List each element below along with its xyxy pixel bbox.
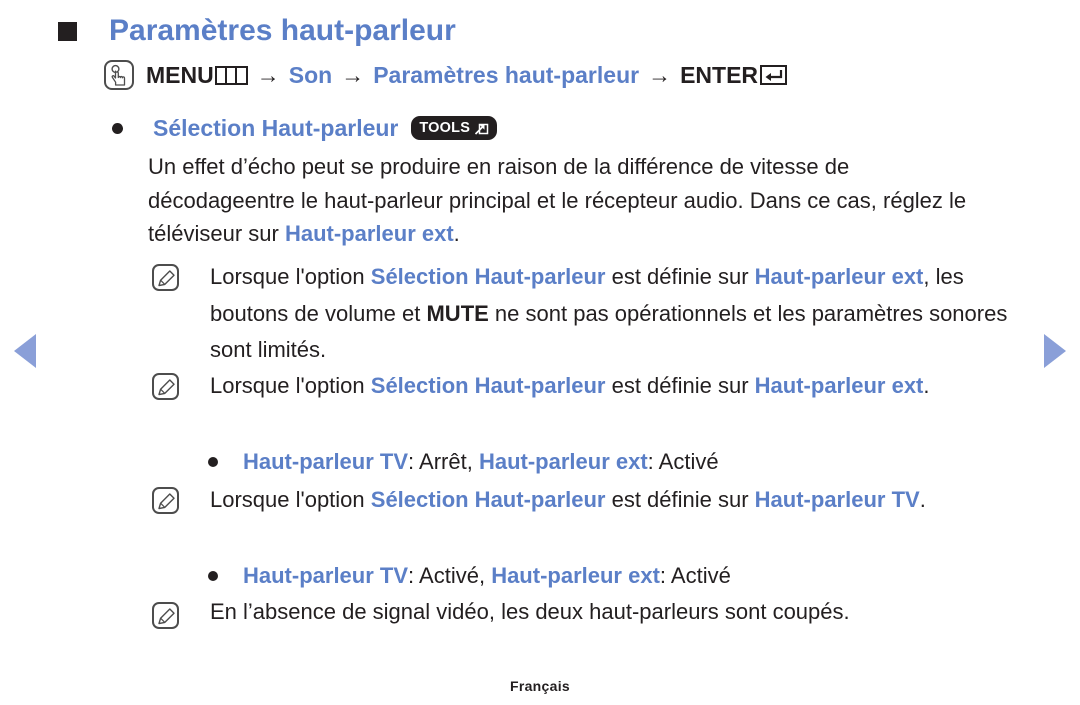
square-bullet-icon (58, 22, 77, 41)
note-bold-mute: MUTE (426, 300, 489, 326)
note-highlight-2: Haut-parleur TV (754, 487, 920, 512)
enter-return-icon (760, 65, 788, 85)
dot-bullet-icon (112, 122, 123, 134)
note-part1: Lorsque l'option (210, 487, 371, 512)
menu-bars-icon (214, 65, 248, 85)
sub-bullet-text: Haut-parleur TV: Activé, Haut-parleur ex… (243, 561, 731, 591)
tools-arrow-icon (474, 121, 489, 136)
intro-paragraph-part2: . (453, 221, 460, 246)
note-text: Lorsque l'option Sélection Haut-parleur … (210, 482, 1044, 519)
note-highlight-1: Sélection Haut-parleur (370, 373, 606, 398)
note-part2: est définie sur (605, 487, 755, 512)
sub-bullet-highlight-2: Haut-parleur ext (491, 563, 660, 588)
manual-page: Paramètres haut-parleur MENU → Son → Par… (0, 0, 1080, 705)
note-pencil-icon (152, 487, 179, 514)
intro-paragraph-highlight: Haut-parleur ext (284, 221, 454, 246)
page-title: Paramètres haut-parleur (58, 12, 456, 50)
note-block: Lorsque l'option Sélection Haut-parleur … (152, 482, 1044, 519)
enter-label: ENTER (680, 62, 759, 88)
note-text: En l’absence de signal vidéo, les deux h… (210, 597, 1044, 627)
menu-label: MENU (146, 62, 214, 88)
note-block: Lorsque l'option Sélection Haut-parleur … (152, 368, 1044, 405)
sub-bullet-mid-2: : Activé (647, 449, 719, 474)
intro-paragraph: Un effet d’écho peut se produire en rais… (148, 150, 1000, 251)
sub-bullet-mid-1: : Arrêt, (408, 449, 479, 474)
sub-bullet-item: Haut-parleur TV: Activé, Haut-parleur ex… (208, 561, 731, 591)
note-part1: Lorsque l'option (210, 373, 371, 398)
sub-bullet-highlight-2: Haut-parleur ext (478, 449, 648, 474)
sub-bullet-mid-1: : Activé, (408, 563, 492, 588)
note-part1: En l’absence de signal vidéo, les deux h… (210, 599, 850, 624)
note-pencil-icon (152, 264, 179, 291)
sub-bullet-text: Haut-parleur TV: Arrêt, Haut-parleur ext… (243, 447, 719, 477)
footer-language-label: Français (510, 678, 570, 694)
menu-path-breadcrumb: MENU → Son → Paramètres haut-parleur → E… (104, 60, 788, 90)
note-part2: est définie sur (605, 373, 755, 398)
note-text: Lorsque l'option Sélection Haut-parleur … (210, 368, 1044, 405)
intro-paragraph-part1: Un effet d’écho peut se produire en rais… (148, 154, 967, 246)
previous-page-arrow[interactable] (14, 334, 36, 368)
menu-item-son[interactable]: Son (289, 60, 332, 90)
menu-item-speaker-settings[interactable]: Paramètres haut-parleur (373, 60, 639, 90)
path-arrow-1: → (256, 62, 280, 88)
note-part2: est définie sur (605, 264, 755, 289)
note-text: Lorsque l'option Sélection Haut-parleur … (210, 259, 1044, 369)
sub-bullet-mid-2: : Activé (659, 563, 731, 588)
tools-badge-text: TOOLS (419, 120, 471, 136)
note-part3: . (923, 373, 930, 398)
note-highlight-1: Sélection Haut-parleur (370, 264, 606, 289)
note-block: En l’absence de signal vidéo, les deux h… (152, 597, 1044, 629)
note-pencil-icon (152, 602, 179, 629)
sub-bullet-item: Haut-parleur TV: Arrêt, Haut-parleur ext… (208, 447, 719, 477)
dot-bullet-icon (208, 457, 218, 467)
note-highlight-2: Haut-parleur ext (754, 264, 924, 289)
note-part3: . (919, 487, 926, 512)
path-arrow-2: → (341, 62, 365, 88)
note-block: Lorsque l'option Sélection Haut-parleur … (152, 259, 1044, 369)
note-highlight-1: Sélection Haut-parleur (370, 487, 606, 512)
page-title-text: Paramètres haut-parleur (109, 14, 456, 47)
note-part1: Lorsque l'option (210, 264, 371, 289)
section-heading-text: Sélection Haut-parleur (153, 115, 399, 141)
path-arrow-3: → (648, 62, 672, 88)
sub-bullet-highlight-1: Haut-parleur TV (243, 563, 409, 588)
next-page-arrow[interactable] (1044, 334, 1066, 368)
section-heading: Sélection Haut-parleur TOOLS (112, 113, 498, 143)
note-pencil-icon (152, 373, 179, 400)
sub-bullet-highlight-1: Haut-parleur TV (243, 449, 409, 474)
note-highlight-2: Haut-parleur ext (754, 373, 924, 398)
tools-badge: TOOLS (411, 116, 498, 140)
dot-bullet-icon (208, 571, 218, 581)
hand-touch-icon (104, 60, 134, 90)
